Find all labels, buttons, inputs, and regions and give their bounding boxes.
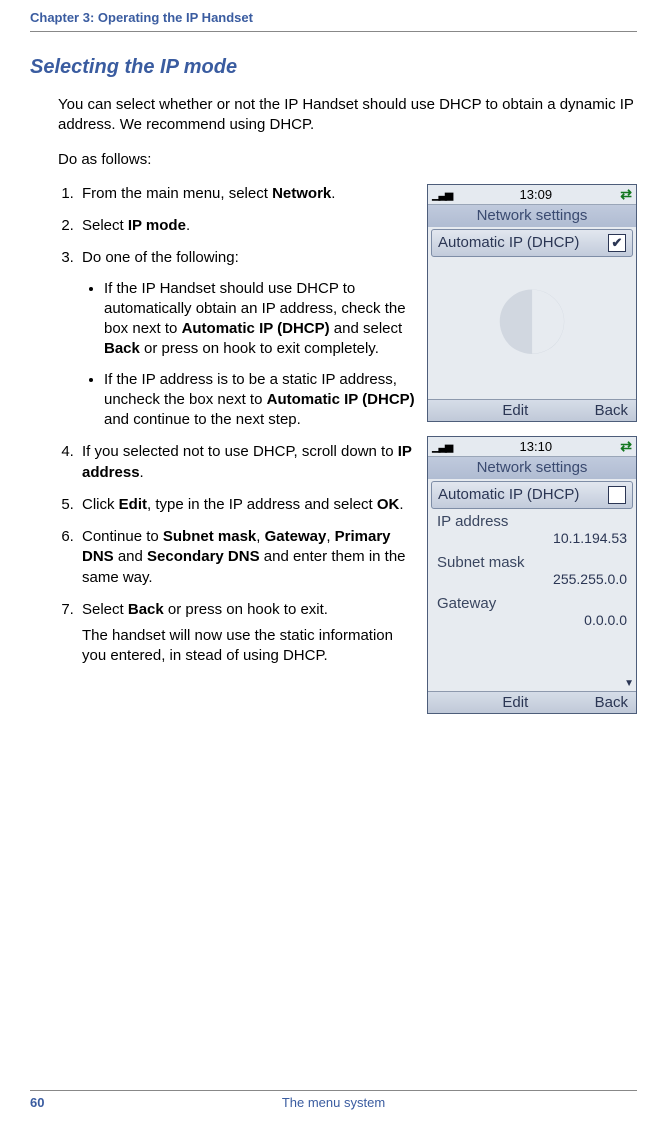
phone1-softkey-edit[interactable]: Edit [444, 400, 587, 421]
step-3-b1-bold2: Back [104, 340, 140, 357]
step-4-c: . [140, 464, 144, 481]
step-6-c: , [256, 528, 264, 545]
phone2-sm-value: 255.255.0.0 [437, 571, 627, 587]
phone2-row-gateway[interactable]: Gateway 0.0.0.0 [431, 593, 633, 632]
phone2-gw-label: Gateway [437, 595, 627, 612]
step-5-bold1: Edit [119, 496, 147, 513]
phone2-gw-value: 0.0.0.0 [437, 612, 627, 628]
phone2-item-dhcp[interactable]: Automatic IP (DHCP) [431, 481, 633, 509]
step-3-b2-bold: Automatic IP (DHCP) [267, 391, 415, 408]
step-3-bullet-2: If the IP address is to be a static IP a… [104, 370, 419, 431]
phone2-row-ip[interactable]: IP address 10.1.194.53 [431, 511, 633, 550]
step-7-bold: Back [128, 601, 164, 618]
step-6: Continue to Subnet mask, Gateway, Primar… [78, 527, 419, 588]
phone2-statusbar: ▁▃▅ 13:10 ⇄ [428, 437, 636, 457]
phone2-softkeys: Edit Back [428, 691, 636, 713]
step-6-e: , [326, 528, 334, 545]
page-number: 60 [30, 1095, 70, 1110]
step-3-b1-bold1: Automatic IP (DHCP) [182, 320, 330, 337]
scroll-down-icon[interactable]: ▼ [624, 678, 634, 689]
activity-icon: ⇄ [620, 186, 632, 203]
step-3-bullet-1: If the IP Handset should use DHCP to aut… [104, 279, 419, 360]
step-1: From the main menu, select Network. [78, 184, 419, 204]
step-2-text: Select [82, 217, 128, 234]
step-3-sublist: If the IP Handset should use DHCP to aut… [82, 279, 419, 431]
step-1-bold: Network [272, 185, 331, 202]
footer-title: The menu system [70, 1095, 597, 1110]
step-2: Select IP mode. [78, 216, 419, 236]
phone-screenshot-2: ▁▃▅ 13:10 ⇄ Network settings ▲ Automatic… [427, 436, 637, 714]
step-7-c: or press on hook to exit. [164, 601, 328, 618]
page-footer: 60 The menu system [30, 1090, 637, 1110]
step-4: If you selected not to use DHCP, scroll … [78, 442, 419, 483]
phone1-softkeys: Edit Back [428, 399, 636, 421]
intro-paragraph-1: You can select whether or not the IP Han… [58, 95, 637, 136]
step-5-c: , type in the IP address and select [147, 496, 377, 513]
phone-screenshot-1: ▁▃▅ 13:09 ⇄ Network settings ◐ Automatic… [427, 184, 637, 422]
phone2-ip-label: IP address [437, 513, 627, 530]
step-1-text: From the main menu, select [82, 185, 272, 202]
phone1-time: 13:09 [520, 187, 553, 202]
phone1-item-dhcp[interactable]: Automatic IP (DHCP) ✔ [431, 229, 633, 257]
header-rule [30, 31, 637, 32]
phone2-checkbox[interactable] [608, 486, 626, 504]
step-3-b1-c: and select [330, 320, 403, 337]
step-6-b1: Subnet mask [163, 528, 256, 545]
step-5: Click Edit, type in the IP address and s… [78, 495, 419, 515]
step-6-b4: Secondary DNS [147, 548, 260, 565]
step-3-b1-e: or press on hook to exit completely. [140, 340, 379, 357]
phone1-list-area: ◐ Automatic IP (DHCP) ✔ [428, 227, 636, 399]
step-7-a: Select [82, 601, 128, 618]
step-2-tail: . [186, 217, 190, 234]
signal-icon: ▁▃▅ [432, 188, 451, 201]
phone2-ip-value: 10.1.194.53 [437, 530, 627, 546]
step-6-b2: Gateway [265, 528, 327, 545]
phone1-title: Network settings [428, 205, 636, 227]
phone2-softkey-back[interactable]: Back [587, 692, 636, 713]
step-5-e: . [399, 496, 403, 513]
phone2-sm-label: Subnet mask [437, 554, 627, 571]
signal-icon: ▁▃▅ [432, 440, 451, 453]
step-1-tail: . [331, 185, 335, 202]
phone2-row-subnet[interactable]: Subnet mask 255.255.0.0 [431, 552, 633, 591]
step-3-text: Do one of the following: [82, 249, 239, 266]
phone2-softkey-edit[interactable]: Edit [444, 692, 587, 713]
step-5-a: Click [82, 496, 119, 513]
step-7-extra: The handset will now use the static info… [82, 626, 419, 667]
step-2-bold: IP mode [128, 217, 186, 234]
step-6-g: and [114, 548, 147, 565]
step-6-a: Continue to [82, 528, 163, 545]
intro-paragraph-2: Do as follows: [58, 150, 637, 170]
phone1-softkey-back[interactable]: Back [587, 400, 636, 421]
phone2-title: Network settings [428, 457, 636, 479]
steps-list: From the main menu, select Network. Sele… [30, 184, 419, 667]
phone2-time: 13:10 [520, 439, 553, 454]
phone2-item-label: Automatic IP (DHCP) [438, 486, 579, 503]
phone1-statusbar: ▁▃▅ 13:09 ⇄ [428, 185, 636, 205]
step-7: Select Back or press on hook to exit. Th… [78, 600, 419, 667]
section-title: Selecting the IP mode [30, 56, 637, 79]
chapter-header: Chapter 3: Operating the IP Handset [30, 10, 637, 29]
step-5-bold2: OK [377, 496, 400, 513]
phone1-checkbox[interactable]: ✔ [608, 234, 626, 252]
step-3: Do one of the following: If the IP Hands… [78, 248, 419, 430]
step-3-b2-c: and continue to the next step. [104, 411, 301, 428]
step-4-a: If you selected not to use DHCP, scroll … [82, 443, 398, 460]
phone2-list-area: ▲ Automatic IP (DHCP) IP address 10.1.19… [428, 479, 636, 691]
activity-icon: ⇄ [620, 438, 632, 455]
phone1-item-label: Automatic IP (DHCP) [438, 234, 579, 251]
